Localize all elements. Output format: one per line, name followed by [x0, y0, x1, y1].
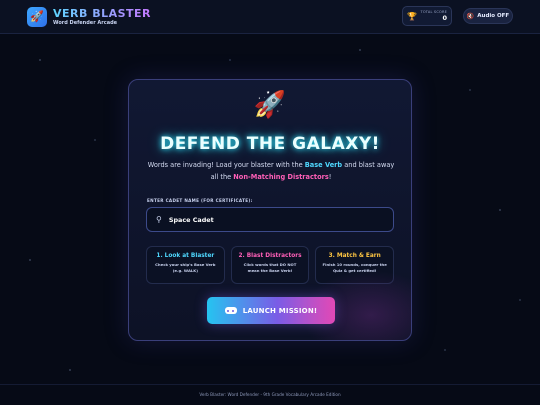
intro-text-part: Words are invading! Load your blaster wi…	[147, 161, 305, 169]
speaker-icon: 🔇	[466, 12, 475, 20]
instruction-steps: 1. Look at Blaster Check your ship's Bas…	[146, 246, 395, 284]
step-desc: Click words that DO NOT mean the Base Ve…	[243, 262, 297, 273]
audio-label: Audio OFF	[477, 13, 510, 19]
intro-text: Words are invading! Load your blaster wi…	[143, 160, 399, 183]
user-icon: ⚲	[156, 215, 162, 224]
step-card: 1. Look at Blaster Check your ship's Bas…	[146, 246, 225, 284]
page-title: DEFEND THE GALAXY!	[160, 134, 380, 154]
launch-mission-button[interactable]: LAUNCH MISSION!	[207, 297, 335, 324]
score-value: 0	[442, 14, 447, 22]
step-title: 3. Match & Earn	[328, 253, 381, 259]
base-verb-highlight: Base Verb	[304, 161, 343, 169]
rocket-icon: 🚀	[253, 90, 287, 120]
step-card: 2. Blast Distractors Click words that DO…	[230, 246, 310, 284]
step-title: 2. Blast Distractors	[238, 253, 302, 259]
cadet-name-label: ENTER CADET NAME (FOR CERTIFICATE):	[147, 198, 253, 203]
score-display: 🏆 TOTAL SCORE 0	[402, 6, 452, 26]
launch-label: LAUNCH MISSION!	[242, 306, 318, 315]
mission-card: 🚀 DEFEND THE GALAXY! Words are invading!…	[128, 79, 412, 341]
intro-text-part: !	[328, 172, 332, 181]
footer-text: Verb Blaster: Word Defender - 9th Grade …	[0, 384, 540, 405]
app-subtitle: Word Defender Arcade	[53, 19, 118, 26]
step-title: 1. Look at Blaster	[156, 253, 215, 259]
gamepad-icon	[224, 307, 237, 314]
top-bar: 🚀 VERB BLASTER Word Defender Arcade 🏆 TO…	[0, 0, 540, 34]
cadet-name-input[interactable]	[168, 215, 369, 224]
audio-toggle-button[interactable]: 🔇 Audio OFF	[463, 8, 513, 24]
brand: VERB BLASTER Word Defender Arcade	[53, 8, 151, 26]
app-title: VERB BLASTER	[53, 6, 152, 20]
rocket-icon: 🚀	[27, 6, 47, 27]
distractors-highlight: Non-Matching Distractors	[233, 172, 329, 181]
step-desc: Check your ship's Base Verb (e.g. WALK)	[155, 262, 216, 273]
cadet-name-field[interactable]: ⚲	[146, 207, 394, 232]
step-desc: Finish 10 rounds, conquer the Quiz & get…	[322, 262, 387, 273]
trophy-icon: 🏆	[407, 11, 417, 21]
step-card: 3. Match & Earn Finish 10 rounds, conque…	[315, 246, 395, 284]
